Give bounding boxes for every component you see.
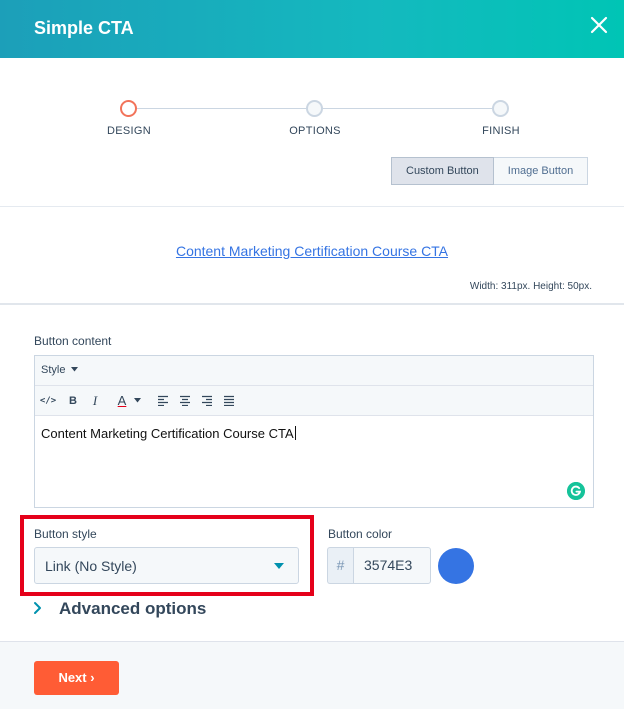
style-dropdown[interactable]: Style [41,364,78,376]
cta-size-text: Width: 311px. Height: 50px. [469,281,592,292]
modal-header: Simple CTA [0,0,624,58]
step-design-indicator [120,100,137,117]
caret-down-icon [70,367,78,372]
font-color-button[interactable]: A [113,392,131,410]
button-color-input[interactable]: 3574E3 [353,547,431,584]
image-button-tab[interactable]: Image Button [493,157,589,185]
color-swatch[interactable] [438,548,474,584]
step-design-label: DESIGN [107,125,151,137]
rich-text-editor: Style </> B I A Content Marketing Certif… [34,355,594,508]
advanced-options-toggle[interactable]: Advanced options [59,599,206,619]
button-color-label: Button color [328,527,393,541]
align-justify-icon[interactable] [223,395,235,406]
step-finish-indicator [492,100,509,117]
button-style-label: Button style [34,527,97,541]
font-color-caret-icon[interactable] [134,398,141,403]
grammarly-icon[interactable] [567,482,585,500]
text-caret [294,426,296,440]
editor-toolbar-format: </> B I A [35,386,593,416]
hash-prefix: # [327,547,353,584]
modal-footer: Next › [0,641,624,709]
align-left-icon[interactable] [157,395,169,406]
next-button[interactable]: Next › [34,661,119,695]
cta-preview-link[interactable]: Content Marketing Certification Course C… [0,243,624,259]
button-style-select[interactable]: Link (No Style) [34,547,299,584]
style-dropdown-label: Style [41,364,66,376]
editor-content-text: Content Marketing Certification Course C… [41,426,294,441]
step-finish-label: FINISH [482,125,520,137]
step-connector [323,108,492,109]
step-connector [137,108,306,109]
dropdown-arrow-icon [274,563,284,569]
divider [0,303,624,305]
custom-button-tab[interactable]: Custom Button [391,157,494,185]
button-content-label: Button content [34,334,112,348]
step-options-label: OPTIONS [289,125,341,137]
close-icon[interactable] [588,14,610,36]
editor-toolbar-top: Style [35,356,593,386]
wizard-steps: DESIGN OPTIONS FINISH Custom Button Imag… [0,58,624,206]
editor-content[interactable]: Content Marketing Certification Course C… [41,426,296,441]
button-type-toggle: Custom Button Image Button [391,157,589,185]
cta-preview: Content Marketing Certification Course C… [0,207,624,303]
step-options-indicator [306,100,323,117]
chevron-right-icon[interactable] [31,601,45,615]
button-style-value: Link (No Style) [45,558,137,574]
align-right-icon[interactable] [201,395,213,406]
align-center-icon[interactable] [179,395,191,406]
italic-button[interactable]: I [86,392,104,410]
bold-button[interactable]: B [64,392,82,410]
source-code-button[interactable]: </> [39,392,57,410]
modal-title: Simple CTA [34,18,134,38]
